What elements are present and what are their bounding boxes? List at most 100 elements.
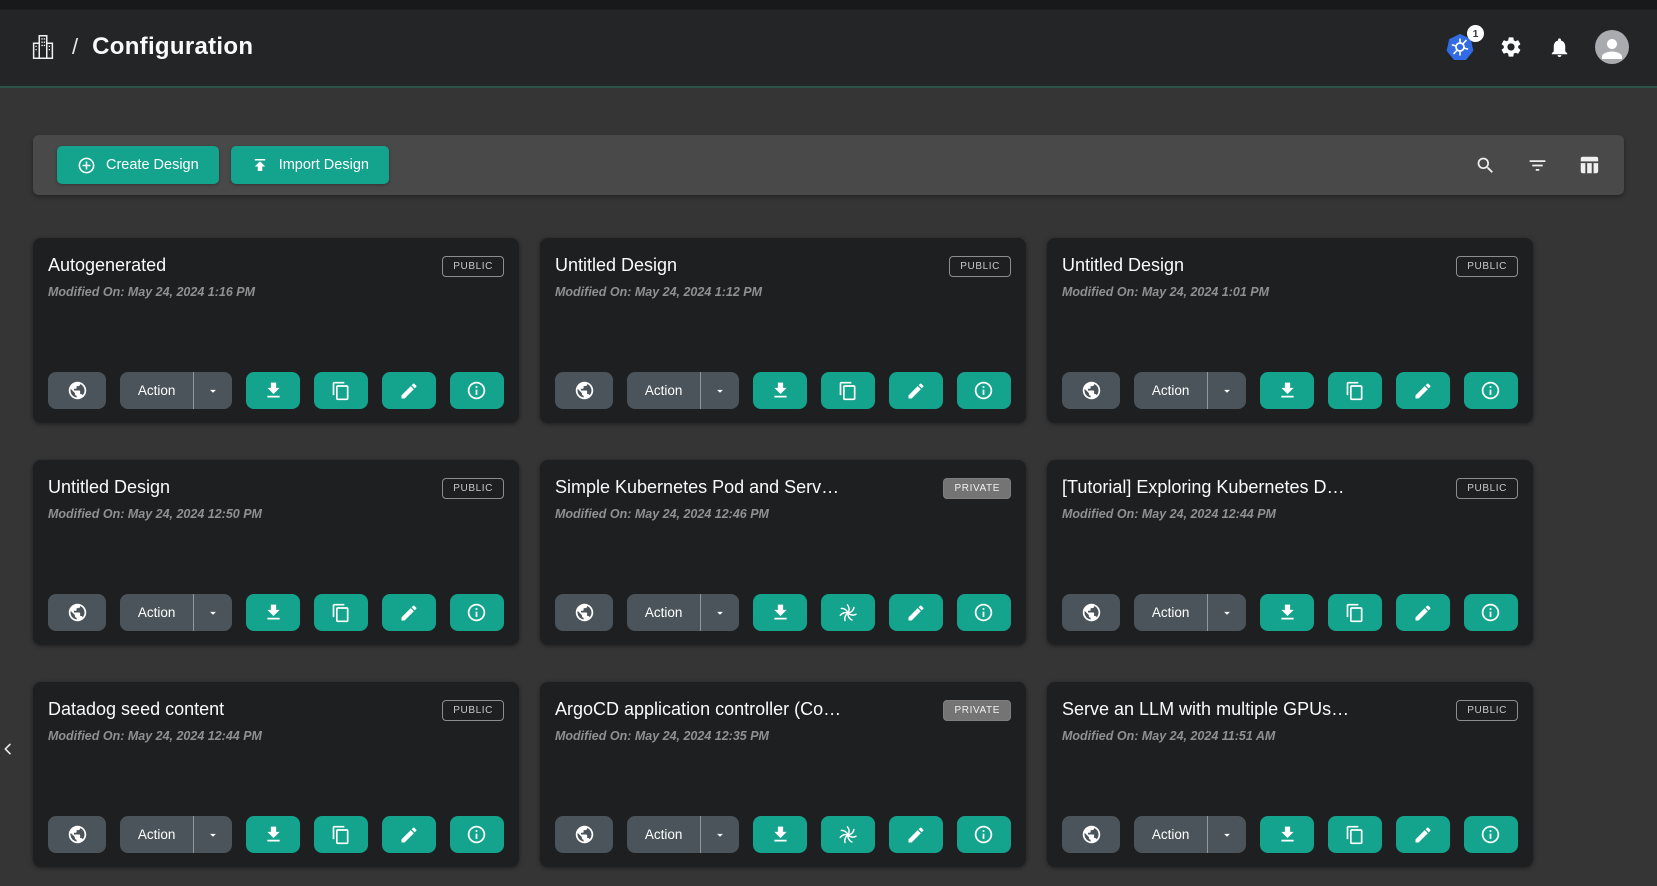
edit-button[interactable] [382, 594, 436, 631]
card-action-row: Action [1062, 816, 1518, 853]
action-split-button: Action [1134, 816, 1247, 853]
info-button[interactable] [450, 816, 504, 853]
action-dropdown-caret[interactable] [1208, 372, 1246, 409]
download-button[interactable] [246, 372, 300, 409]
edit-button[interactable] [1396, 372, 1450, 409]
edit-button[interactable] [1396, 594, 1450, 631]
action-dropdown-caret[interactable] [701, 816, 739, 853]
action-split-button: Action [1134, 594, 1247, 631]
copy-button[interactable] [821, 372, 875, 409]
edit-pencil-icon [399, 825, 419, 845]
globe-button[interactable] [1062, 816, 1120, 853]
info-button[interactable] [450, 372, 504, 409]
modified-on-label: Modified On: May 24, 2024 12:44 PM [48, 729, 504, 743]
card-title: Untitled Design [1062, 255, 1184, 276]
edit-button[interactable] [382, 372, 436, 409]
globe-button[interactable] [555, 594, 613, 631]
import-design-button[interactable]: Import Design [231, 146, 389, 184]
action-dropdown-caret[interactable] [194, 594, 232, 631]
globe-button[interactable] [48, 594, 106, 631]
action-button[interactable]: Action [120, 372, 194, 409]
spiral-button[interactable] [821, 816, 875, 853]
action-button[interactable]: Action [1134, 816, 1208, 853]
action-button[interactable]: Action [1134, 372, 1208, 409]
designs-toolbar: Create Design Import Design [33, 135, 1624, 195]
globe-button[interactable] [555, 816, 613, 853]
globe-button[interactable] [1062, 594, 1120, 631]
spiral-button[interactable] [821, 594, 875, 631]
download-button[interactable] [753, 594, 807, 631]
design-card: Simple Kubernetes Pod and Serv… PRIVATE … [540, 460, 1026, 645]
globe-button[interactable] [1062, 372, 1120, 409]
action-dropdown-caret[interactable] [194, 816, 232, 853]
action-button[interactable]: Action [627, 372, 701, 409]
filter-icon[interactable] [1526, 154, 1548, 176]
download-icon [770, 602, 791, 623]
info-button[interactable] [450, 594, 504, 631]
copy-button[interactable] [314, 372, 368, 409]
globe-button[interactable] [48, 816, 106, 853]
chevron-down-icon [1220, 384, 1234, 398]
action-button[interactable]: Action [120, 594, 194, 631]
action-dropdown-caret[interactable] [1208, 594, 1246, 631]
download-button[interactable] [246, 594, 300, 631]
sidebar-collapse-button[interactable] [0, 732, 20, 766]
info-button[interactable] [957, 372, 1011, 409]
copy-icon [838, 381, 858, 401]
download-button[interactable] [1260, 816, 1314, 853]
globe-icon [67, 380, 88, 401]
edit-button[interactable] [889, 816, 943, 853]
table-view-icon[interactable] [1578, 154, 1600, 176]
download-button[interactable] [1260, 372, 1314, 409]
globe-button[interactable] [48, 372, 106, 409]
info-icon [1480, 602, 1501, 623]
kubernetes-context-button[interactable]: 1 [1445, 32, 1475, 62]
card-title: Untitled Design [48, 477, 170, 498]
action-button[interactable]: Action [627, 594, 701, 631]
download-button[interactable] [753, 816, 807, 853]
info-button[interactable] [1464, 594, 1518, 631]
copy-button[interactable] [314, 816, 368, 853]
download-button[interactable] [246, 816, 300, 853]
info-button[interactable] [957, 594, 1011, 631]
settings-gear-icon[interactable] [1499, 35, 1523, 59]
card-action-row: Action [48, 594, 504, 631]
action-dropdown-caret[interactable] [701, 372, 739, 409]
info-button[interactable] [1464, 372, 1518, 409]
user-avatar[interactable] [1595, 30, 1629, 64]
action-dropdown-caret[interactable] [194, 372, 232, 409]
info-icon [1480, 824, 1501, 845]
download-button[interactable] [1260, 594, 1314, 631]
action-button[interactable]: Action [120, 816, 194, 853]
action-button[interactable]: Action [627, 816, 701, 853]
copy-button[interactable] [1328, 372, 1382, 409]
copy-icon [331, 381, 351, 401]
download-button[interactable] [753, 372, 807, 409]
action-dropdown-caret[interactable] [701, 594, 739, 631]
modified-on-label: Modified On: May 24, 2024 11:51 AM [1062, 729, 1518, 743]
create-design-button[interactable]: Create Design [57, 146, 219, 184]
chevron-left-icon [0, 737, 16, 761]
copy-button[interactable] [1328, 594, 1382, 631]
action-split-button: Action [120, 372, 233, 409]
visibility-badge: PUBLIC [1456, 256, 1518, 277]
action-button[interactable]: Action [1134, 594, 1208, 631]
edit-button[interactable] [1396, 816, 1450, 853]
search-icon[interactable] [1474, 154, 1496, 176]
download-icon [1277, 824, 1298, 845]
edit-button[interactable] [889, 594, 943, 631]
edit-button[interactable] [889, 372, 943, 409]
info-button[interactable] [957, 816, 1011, 853]
visibility-badge: PUBLIC [949, 256, 1011, 277]
download-icon [263, 824, 284, 845]
info-icon [973, 380, 994, 401]
visibility-badge: PUBLIC [442, 478, 504, 499]
copy-button[interactable] [314, 594, 368, 631]
globe-button[interactable] [555, 372, 613, 409]
globe-icon [574, 824, 595, 845]
edit-button[interactable] [382, 816, 436, 853]
copy-button[interactable] [1328, 816, 1382, 853]
action-dropdown-caret[interactable] [1208, 816, 1246, 853]
notifications-bell-icon[interactable] [1547, 35, 1571, 59]
info-button[interactable] [1464, 816, 1518, 853]
